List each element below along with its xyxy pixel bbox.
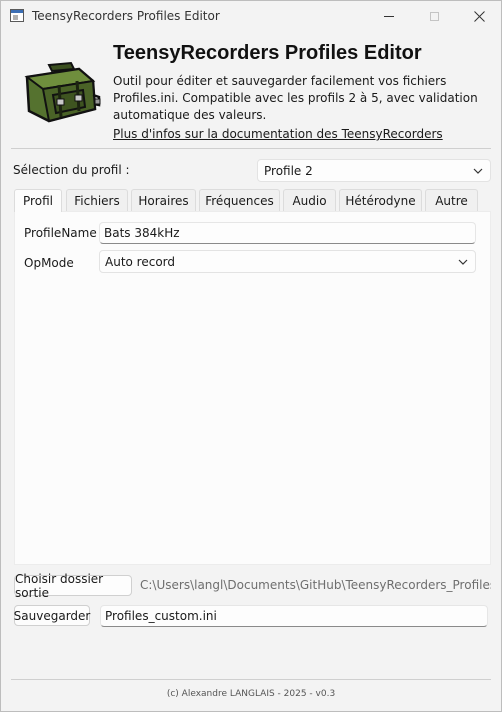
profile-name-label: ProfileName <box>24 226 97 240</box>
green-bag-logo-icon <box>24 61 101 123</box>
tab-label: Fréquences <box>205 193 274 208</box>
opmode-select[interactable]: Auto record <box>99 250 476 273</box>
button-label: Sauvegarder <box>13 608 91 623</box>
header-title: TeensyRecorders Profiles Editor <box>113 42 422 64</box>
tab-label: Fichiers <box>74 193 120 208</box>
output-filename-input[interactable]: Profiles_custom.ini <box>100 605 488 627</box>
save-button[interactable]: Sauvegarder <box>14 605 90 626</box>
maximize-button[interactable] <box>411 1 457 32</box>
header-description: Outil pour éditer et sauvegarder facilem… <box>113 74 478 122</box>
chevron-down-icon <box>458 259 468 265</box>
profile-select-value: Profile 2 <box>264 163 313 178</box>
tab-label: Autre <box>435 193 468 208</box>
output-filename-value: Profiles_custom.ini <box>105 609 217 623</box>
tab-horaires[interactable]: Horaires <box>131 189 196 211</box>
opmode-select-value: Auto record <box>105 254 176 269</box>
window-title: TeensyRecorders Profiles Editor <box>32 9 220 23</box>
close-icon <box>473 11 485 22</box>
maximize-icon <box>429 12 439 21</box>
tab-fichiers[interactable]: Fichiers <box>66 189 128 211</box>
minimize-icon <box>384 16 394 17</box>
tab-frequences[interactable]: Fréquences <box>199 189 280 211</box>
app-window-icon <box>10 9 24 22</box>
documentation-link[interactable]: Plus d'infos sur la documentation des Te… <box>113 127 443 141</box>
output-folder-path: C:\Users\langl\Documents\GitHub\TeensyRe… <box>140 578 491 592</box>
tab-heterodyne[interactable]: Hétérodyne <box>339 189 422 211</box>
chevron-down-icon <box>473 168 483 174</box>
app-window: TeensyRecorders Profiles Editor TeensyRe… <box>0 0 502 712</box>
tab-label: Audio <box>292 193 327 208</box>
title-bar[interactable]: TeensyRecorders Profiles Editor <box>1 1 501 32</box>
tab-autre[interactable]: Autre <box>425 189 478 211</box>
tab-label: Profil <box>23 194 53 208</box>
profile-select[interactable]: Profile 2 <box>257 159 491 182</box>
footer-credits: (c) Alexandre LANGLAIS - 2025 - v0.3 <box>166 689 336 699</box>
header-divider <box>11 148 491 149</box>
choose-output-folder-button[interactable]: Choisir dossier sortie <box>14 572 132 600</box>
tab-profil[interactable]: Profil <box>14 189 62 212</box>
profile-name-value: Bats 384kHz <box>104 226 180 240</box>
tab-audio[interactable]: Audio <box>283 189 336 211</box>
button-label: Choisir dossier sortie <box>15 571 104 600</box>
footer-divider <box>11 679 491 680</box>
minimize-button[interactable] <box>366 1 412 32</box>
opmode-label: OpMode <box>24 256 74 270</box>
tab-label: Horaires <box>138 193 189 208</box>
tab-label: Hétérodyne <box>345 193 416 208</box>
close-button[interactable] <box>456 1 502 32</box>
profil-tab-panel: ProfileName Bats 384kHz OpMode Auto reco… <box>14 211 491 565</box>
profile-name-input[interactable]: Bats 384kHz <box>99 222 476 244</box>
profile-selection-label: Sélection du profil : <box>13 163 130 177</box>
